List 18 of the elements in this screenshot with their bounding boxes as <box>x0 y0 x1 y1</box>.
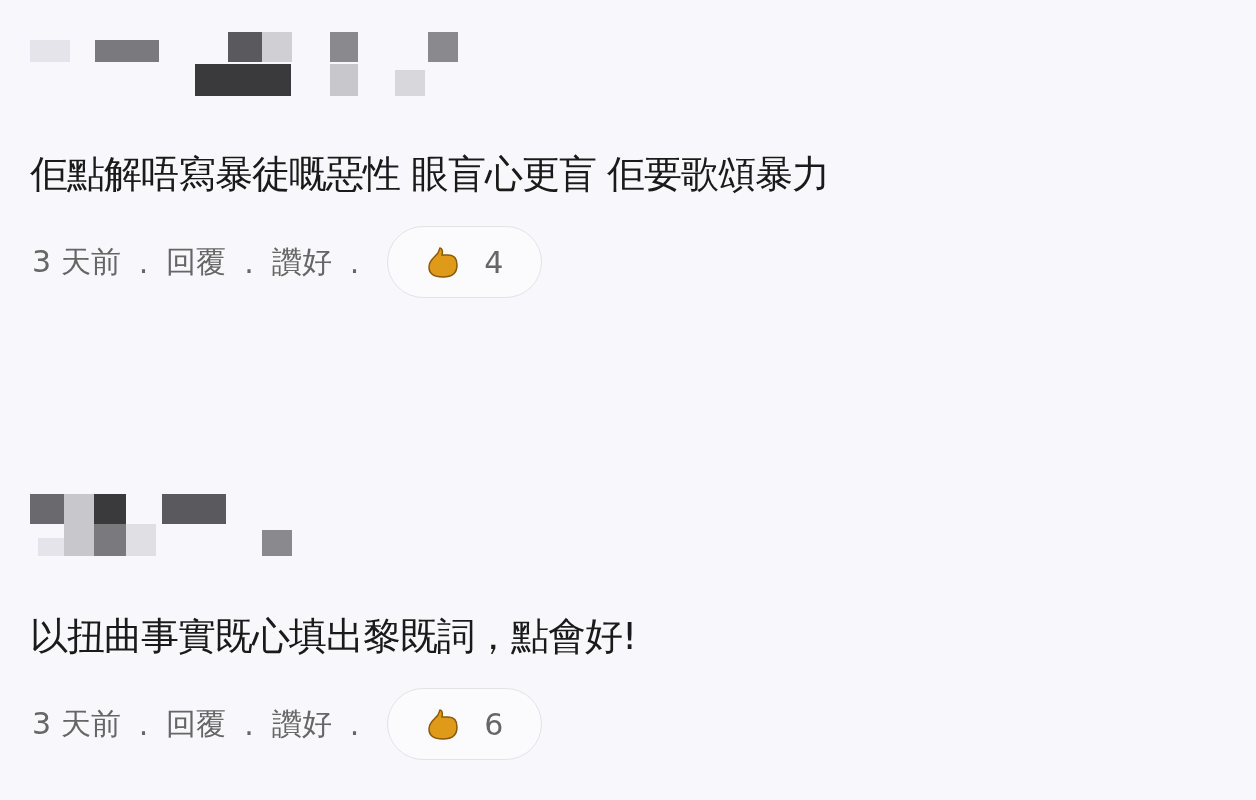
comment-text: 佢點解唔寫暴徒嘅惡性 眼盲心更盲 佢要歌頌暴力 <box>30 151 831 198</box>
separator-dot: . <box>138 706 149 742</box>
action-link[interactable]: 讚好 <box>271 241 332 283</box>
thumbs-up-icon <box>426 707 461 741</box>
comment-time: 3 天前 <box>32 704 121 743</box>
separator-dot: . <box>349 706 360 742</box>
thumbs-up-icon <box>426 245 461 279</box>
like-count-button[interactable]: 4 <box>387 226 543 298</box>
action-link[interactable]: 回覆 <box>166 703 227 745</box>
comment-time: 3 天前 <box>32 242 121 281</box>
separator-dot: . <box>244 706 254 742</box>
comment-text: 以扭曲事實既心填出黎既詞，點會好! <box>30 613 638 660</box>
action-link[interactable]: 讚好 <box>271 703 332 745</box>
separator-dot: . <box>138 244 149 280</box>
like-count-button[interactable]: 6 <box>387 688 543 760</box>
separator-dot: . <box>244 244 254 280</box>
action-link[interactable]: 回覆 <box>166 241 227 283</box>
separator-dot: . <box>349 244 360 280</box>
